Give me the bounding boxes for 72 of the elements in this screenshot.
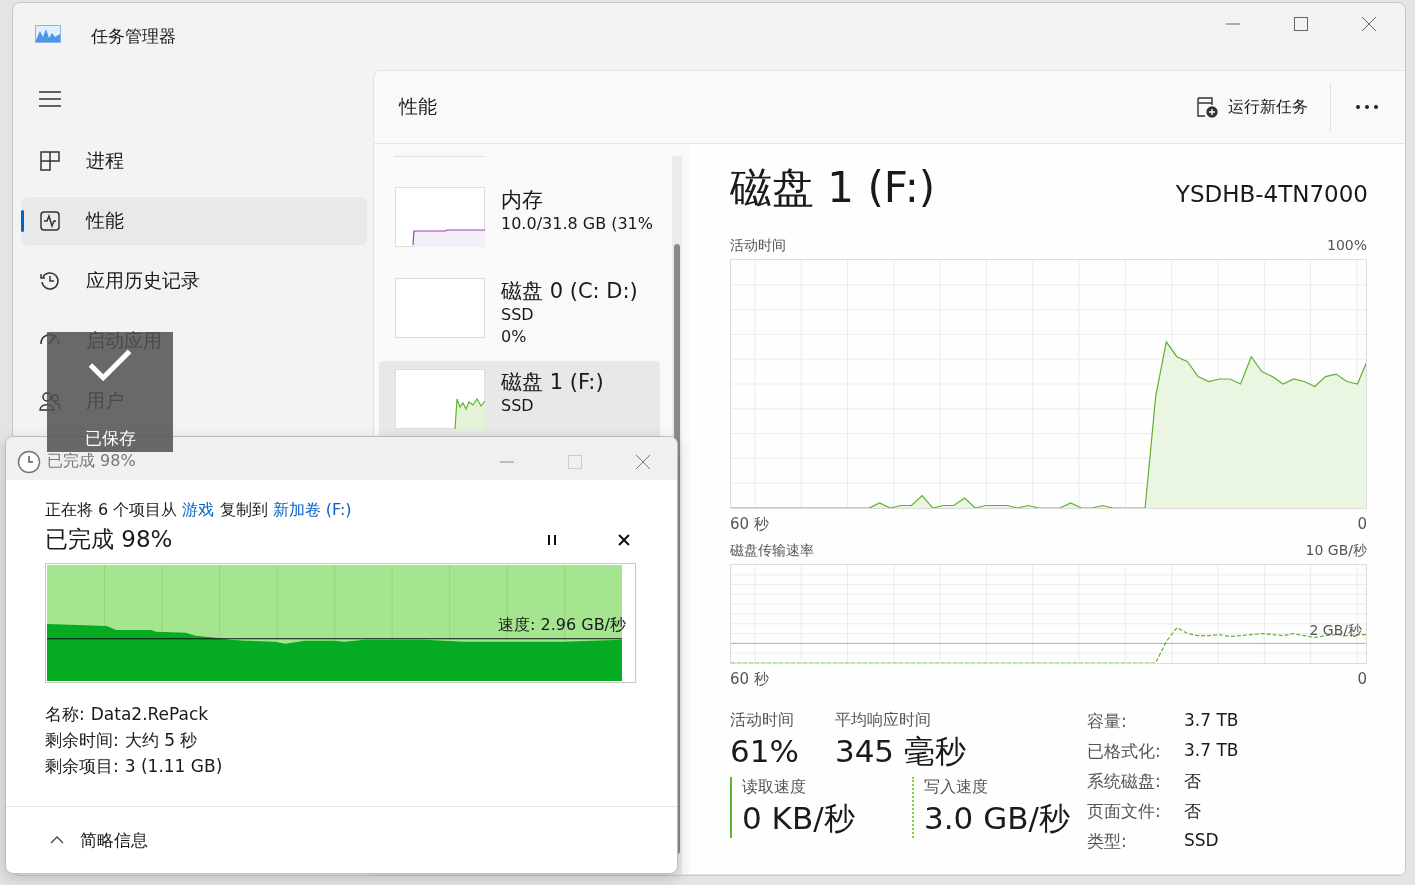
stat-label: 读取速度 (742, 777, 807, 798)
sidebar-item[interactable]: 进程 (21, 137, 367, 185)
property-value: 否 (1184, 770, 1202, 793)
device-info: 10.0/31.8 GB (31% (501, 213, 653, 235)
property-label: 类型: (1087, 830, 1128, 853)
axis-label: 60 秒 (730, 670, 769, 688)
property-value: 3.7 TB (1184, 710, 1239, 732)
run-new-task-button[interactable]: 运行新任务 (1188, 90, 1316, 124)
device-name: 内存 (501, 187, 544, 213)
info-value: 3 (1.11 GB) (124, 755, 223, 778)
maximize-icon (567, 453, 583, 470)
dialog-title: 已完成 98% (47, 451, 136, 472)
performance-graph-icon (35, 25, 61, 43)
sidebar-item[interactable]: 性能 (21, 197, 367, 245)
progress-title: 已完成 98% (45, 525, 173, 554)
device-info: 0% (501, 326, 528, 348)
device-name: 磁盘 1 (F:) (501, 369, 604, 395)
new-task-icon (1196, 96, 1218, 118)
pulse-icon (39, 210, 61, 232)
info-label: 剩余时间: (45, 729, 119, 752)
info-value: Data2.RePack (90, 703, 209, 726)
axis-label: 0 (1357, 515, 1367, 533)
stat-label: 写入速度 (924, 777, 989, 798)
info-label: 剩余项目: (45, 755, 119, 778)
stat-label: 平均响应时间 (834, 710, 932, 731)
axis-label: 0 (1357, 670, 1367, 688)
maximize-icon[interactable] (1293, 16, 1309, 32)
property-value: SSD (1184, 830, 1220, 852)
property-label: 系统磁盘: (1087, 770, 1162, 793)
info-value: 大约 5 秒 (124, 729, 198, 752)
window-title: 任务管理器 (91, 24, 176, 48)
property-value: 3.7 TB (1184, 740, 1239, 762)
device-name: 磁盘 0 (C: D:) (501, 278, 638, 304)
stat-value: 0 KB/秒 (742, 799, 856, 838)
device-info: SSD (501, 395, 535, 417)
copy-message: 正在将 6 个项目从 游戏 复制到 新加卷 (F:) (45, 499, 353, 521)
property-label: 容量: (1087, 710, 1128, 733)
axis-label: 60 秒 (730, 515, 769, 533)
reference-label: 2 GB/秒 (1309, 622, 1362, 639)
speed-label: 速度: 2.96 GB/秒 (498, 615, 626, 636)
toast-label: 已保存 (84, 427, 136, 450)
grid-icon (39, 150, 61, 172)
pause-icon[interactable] (546, 533, 558, 546)
details-toggle[interactable]: 简略信息 (46, 824, 152, 856)
stat-value: 345 毫秒 (834, 732, 966, 771)
device-info: SSD (501, 304, 535, 326)
chevron-icon (50, 836, 64, 844)
device-item[interactable]: 磁盘 0 (C: D:) SSD 0% (379, 270, 660, 361)
more-icon[interactable] (1355, 104, 1379, 110)
clock-icon (17, 449, 41, 474)
property-label: 已格式化: (1087, 740, 1162, 763)
axis-label: 100% (1326, 236, 1367, 254)
axis-label: 10 GB/秒 (1305, 541, 1367, 559)
disk-title: 磁盘 1 (F:) (730, 162, 936, 214)
chart-title: 磁盘传输速率 (730, 541, 814, 559)
folder-link[interactable]: 新加卷 (F:) (272, 500, 352, 519)
sidebar-item[interactable]: 应用历史记录 (21, 257, 367, 305)
chart-title: 活动时间 (730, 236, 786, 254)
disk-model: YSDHB-4TN7000 (1175, 181, 1368, 207)
folder-link[interactable]: 游戏 (182, 500, 215, 519)
stat-value: 3.0 GB/秒 (924, 799, 1070, 838)
history-icon (39, 270, 61, 292)
stat-value: 61% (730, 732, 799, 771)
device-item[interactable]: 内存 10.0/31.8 GB (31% (379, 179, 660, 270)
info-label: 名称: (45, 703, 85, 726)
page-title: 性能 (399, 94, 437, 119)
property-label: 页面文件: (1087, 800, 1162, 823)
close-icon[interactable] (618, 533, 630, 546)
menu-icon[interactable] (39, 91, 61, 107)
check-icon (86, 348, 134, 382)
property-value: 否 (1184, 800, 1202, 823)
stat-label: 活动时间 (730, 710, 795, 731)
